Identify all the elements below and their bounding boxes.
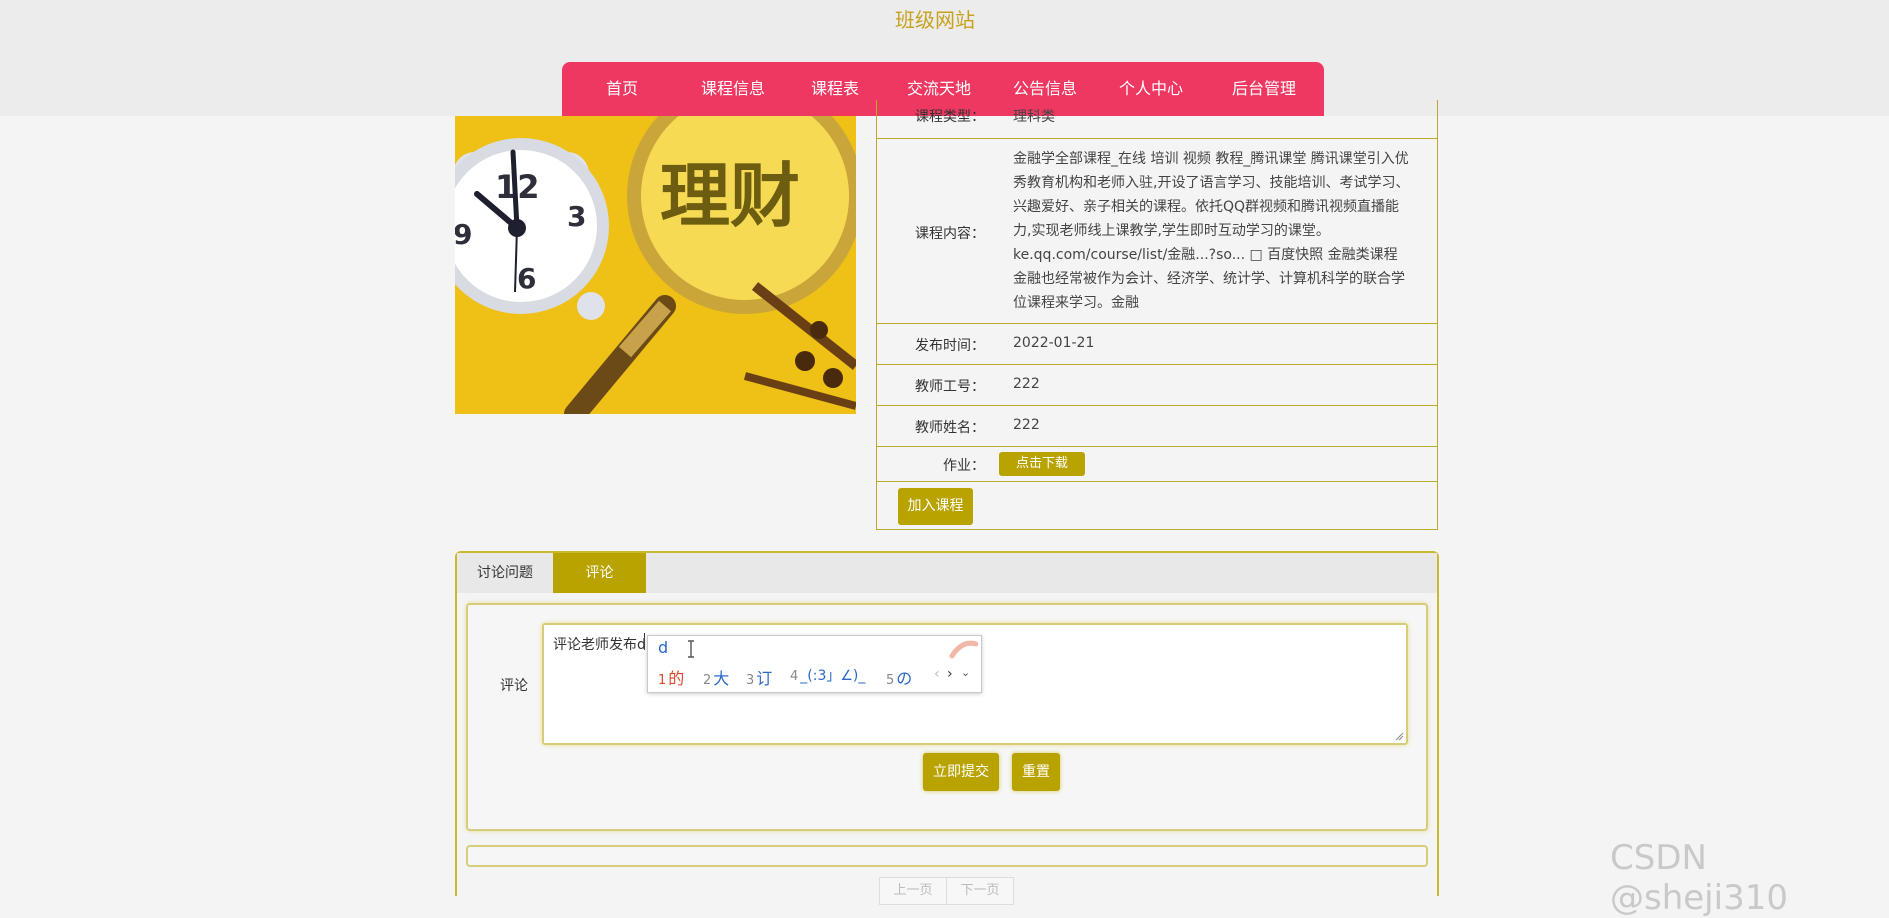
nav-course-info[interactable]: 课程信息: [682, 62, 784, 116]
clock-digit-9: 9: [455, 218, 472, 251]
teacher-id-label: 教师工号：: [915, 379, 985, 395]
watermark: CSDN @sheji310: [1610, 838, 1788, 918]
comments-list: [466, 845, 1428, 867]
resize-handle-icon[interactable]: [1394, 731, 1404, 741]
course-image: 12 3 6 9 理财: [455, 116, 856, 414]
date-label: 发布时间：: [915, 338, 985, 354]
ime-candidate-4[interactable]: 4 _(:3」∠)_: [790, 665, 865, 685]
teacher-id-value: 222: [1013, 376, 1040, 392]
tab-comment[interactable]: 评论: [553, 553, 646, 593]
ime-candidate-window: d 1的 2大 3订 4 _(:3」∠)_ 5の ‹ › ⌄: [647, 635, 982, 693]
ime-candidate-1[interactable]: 1的: [658, 665, 684, 689]
ime-logo-icon: [949, 640, 978, 659]
ime-candidate-3[interactable]: 3订: [746, 665, 772, 689]
ime-candidate-2[interactable]: 2大: [703, 665, 729, 689]
discussion-panel: 讨论问题 评论 评论 评论老师发布d d 1的 2大 3订 4_(:3」∠)_: [455, 551, 1439, 905]
submit-button[interactable]: 立即提交: [923, 753, 999, 791]
ime-candidate-5[interactable]: 5の: [886, 665, 912, 689]
nav-home[interactable]: 首页: [562, 62, 682, 116]
comment-form: 评论 评论老师发布d d 1的 2大 3订 4_(:3」∠)_ 5の ‹ ›: [466, 603, 1428, 831]
teacher-name-value: 222: [1013, 417, 1040, 433]
join-course-button[interactable]: 加入课程: [898, 488, 973, 525]
homework-label: 作业：: [943, 458, 985, 474]
date-value: 2022-01-21: [1013, 335, 1095, 351]
nav-schedule[interactable]: 课程表: [784, 62, 886, 116]
teacher-name-label: 教师姓名：: [915, 420, 985, 436]
tab-bar: 讨论问题 评论: [457, 553, 1437, 593]
comment-label: 评论: [500, 678, 528, 694]
detail-row-date: 发布时间： 2022-01-21: [877, 324, 1437, 365]
course-details: 课程类型： 理科类 课程内容： 金融学全部课程_在线 培训 视频 教程_腾讯课堂…: [876, 100, 1438, 530]
tab-discussion[interactable]: 讨论问题: [457, 553, 553, 593]
ime-prev-icon[interactable]: ‹: [934, 666, 940, 682]
download-button[interactable]: 点击下载: [999, 452, 1085, 476]
content-value: 金融学全部课程_在线 培训 视频 教程_腾讯课堂 腾讯课堂引入优秀教育机构和老师…: [1013, 151, 1410, 311]
ime-next-icon[interactable]: ›: [947, 666, 953, 682]
course-image-text: 理财: [660, 155, 800, 237]
detail-row-teacher-name: 教师姓名： 222: [877, 406, 1437, 447]
reset-button[interactable]: 重置: [1012, 753, 1060, 791]
content-label: 课程内容：: [915, 226, 985, 242]
next-page-button[interactable]: 下一页: [946, 877, 1014, 905]
site-title: 班级网站: [895, 8, 975, 32]
detail-row-teacher-id: 教师工号： 222: [877, 365, 1437, 406]
type-value: 理科类: [1013, 109, 1055, 125]
comment-text: 评论老师发布d: [553, 637, 646, 653]
type-label: 课程类型：: [915, 109, 985, 125]
text-cursor-icon: [688, 640, 694, 658]
clock-digit-3: 3: [567, 200, 586, 233]
detail-row-homework: 作业： 点击下载: [877, 447, 1437, 482]
course-illustration: 12 3 6 9 理财: [455, 116, 856, 414]
clock-digit-6: 6: [517, 262, 536, 295]
detail-row-type: 课程类型： 理科类: [877, 100, 1437, 139]
ime-input: d: [658, 638, 669, 657]
ime-expand-icon[interactable]: ⌄: [961, 666, 970, 679]
detail-row-content: 课程内容： 金融学全部课程_在线 培训 视频 教程_腾讯课堂 腾讯课堂引入优秀教…: [877, 139, 1437, 324]
prev-page-button[interactable]: 上一页: [879, 877, 947, 905]
text-cursor: [644, 633, 645, 650]
